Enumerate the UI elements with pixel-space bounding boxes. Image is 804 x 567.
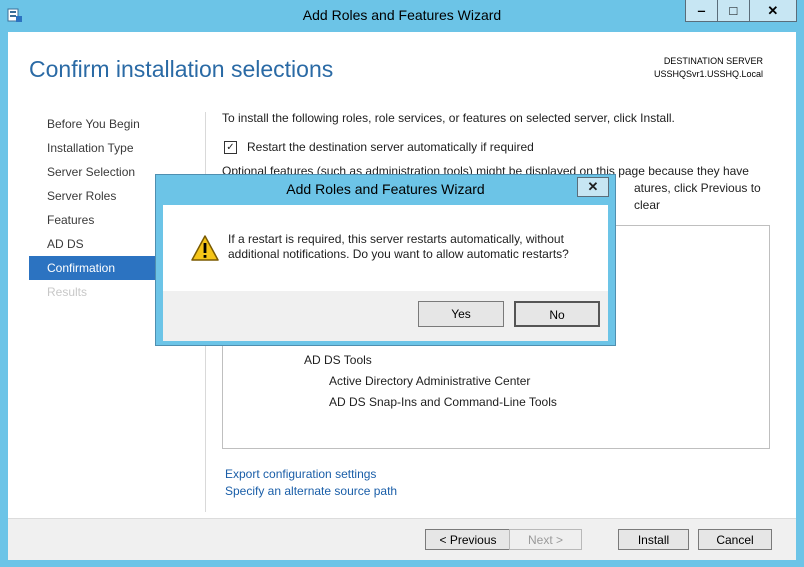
window-title: Add Roles and Features Wizard: [302, 7, 502, 23]
warning-icon: [191, 235, 219, 261]
destination-server-label: DESTINATION SERVER: [663, 56, 763, 66]
destination-server-value: USSHQSvr1.USSHQ.Local: [653, 69, 763, 79]
close-button[interactable]: ✕: [748, 0, 796, 21]
nav-item-installation-type[interactable]: Installation Type: [29, 136, 155, 160]
intro-text: To install the following roles, role ser…: [222, 111, 675, 125]
nav-item-results: Results: [47, 285, 88, 299]
restart-option[interactable]: ✓ Restart the destination server automat…: [224, 140, 534, 154]
dialog-close-button[interactable]: ✕: [577, 177, 609, 197]
wizard-footer: < Previous Next > Install Cancel: [8, 518, 796, 560]
export-configuration-link[interactable]: Export configuration settings: [225, 466, 397, 483]
dialog-message: If a restart is required, this server re…: [228, 232, 569, 261]
minimize-button[interactable]: ‒: [686, 0, 717, 21]
alternate-source-link[interactable]: Specify an alternate source path: [225, 483, 397, 500]
restart-checkbox[interactable]: ✓: [224, 140, 237, 154]
feature-ad-ds-tools: AD DS Tools: [304, 353, 372, 367]
confirmation-content: To install the following roles, role ser…: [222, 111, 782, 212]
page-title: Confirm installation selections: [29, 56, 334, 82]
nav-item-before-you-begin[interactable]: Before You Begin: [29, 112, 155, 136]
restart-checkbox-label: Restart the destination server automatic…: [247, 140, 534, 154]
window-titlebar[interactable]: Add Roles and Features Wizard ‒ □ ✕: [0, 0, 804, 32]
no-button[interactable]: No: [514, 301, 600, 327]
nav-item-server-roles[interactable]: Server Roles: [29, 184, 155, 208]
nav-item-server-selection[interactable]: Server Selection: [29, 160, 155, 184]
feature-ad-admin-center: Active Directory Administrative Center: [329, 374, 531, 388]
dialog-button-bar: Yes No: [163, 291, 608, 341]
yes-button[interactable]: Yes: [418, 301, 504, 327]
install-button[interactable]: Install: [618, 529, 689, 550]
links: Export configuration settings Specify an…: [225, 466, 397, 500]
next-button: Next >: [509, 529, 582, 550]
feature-ad-ds-snapins: AD DS Snap-Ins and Command-Line Tools: [329, 395, 557, 409]
window-controls: ‒ □ ✕: [685, 0, 797, 22]
previous-button[interactable]: < Previous: [425, 529, 511, 550]
cancel-button[interactable]: Cancel: [698, 529, 772, 550]
maximize-button[interactable]: □: [716, 0, 749, 21]
wizard-nav: Before You Begin Installation Type Serve…: [29, 112, 155, 304]
nav-item-features[interactable]: Features: [29, 208, 155, 232]
nav-item-confirmation[interactable]: Confirmation: [29, 256, 155, 280]
restart-confirmation-dialog: Add Roles and Features Wizard ✕ If a res…: [155, 174, 616, 346]
dialog-body: If a restart is required, this server re…: [163, 205, 608, 341]
dialog-title: Add Roles and Features Wizard: [286, 181, 485, 197]
nav-item-ad-ds[interactable]: AD DS: [29, 232, 155, 256]
